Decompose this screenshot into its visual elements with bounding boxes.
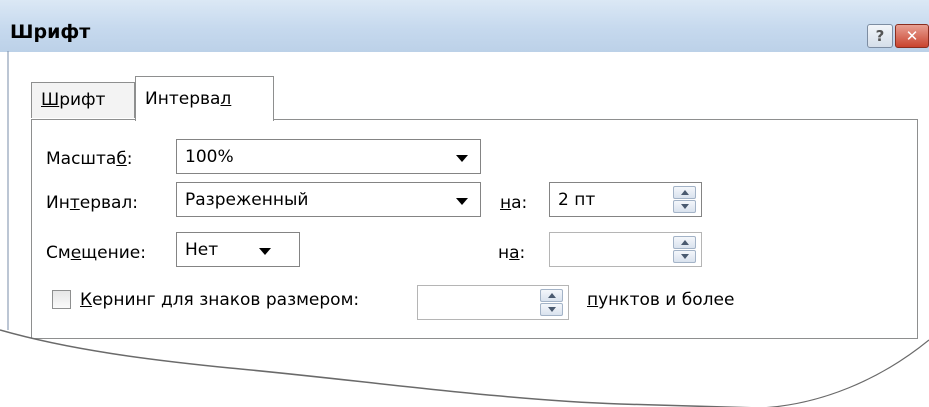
offset-value: Нет xyxy=(185,240,219,260)
font-dialog: Шрифт ? ✕ Шрифт Интервал Масштаб: 100% И… xyxy=(0,0,929,407)
close-icon: ✕ xyxy=(905,27,919,45)
scale-label: Масштаб: xyxy=(46,149,133,169)
window-title: Шрифт xyxy=(10,21,91,43)
help-button[interactable]: ? xyxy=(867,24,893,48)
scale-select[interactable]: 100% xyxy=(176,139,481,174)
offset-select[interactable]: Нет xyxy=(176,232,300,267)
spin-up-button[interactable] xyxy=(673,236,696,249)
kerning-checkbox[interactable] xyxy=(52,290,71,309)
spinner-icon xyxy=(673,186,696,213)
interval-select[interactable]: Разреженный xyxy=(176,182,481,217)
interval-label: Интервал: xyxy=(46,193,139,213)
spin-down-button[interactable] xyxy=(540,303,563,316)
interval-value: Разреженный xyxy=(185,190,309,210)
title-bar: Шрифт ? ✕ xyxy=(0,0,929,52)
close-button[interactable]: ✕ xyxy=(895,24,929,48)
help-icon: ? xyxy=(875,27,885,45)
interval-by-value: 2 пт xyxy=(558,190,596,210)
spin-up-button[interactable] xyxy=(673,186,696,199)
spinner-icon xyxy=(540,289,563,316)
kerning-suffix-label: пунктов и более xyxy=(587,290,735,310)
chevron-down-icon xyxy=(456,155,468,162)
scale-value: 100% xyxy=(185,147,234,167)
tab-interval[interactable]: Интервал xyxy=(135,76,274,121)
spin-down-button[interactable] xyxy=(673,200,696,213)
interval-by-label: на: xyxy=(500,193,528,213)
kerning-label: Кернинг для знаков размером: xyxy=(80,290,360,310)
kerning-size-spinner[interactable] xyxy=(417,285,569,320)
chevron-down-icon xyxy=(259,248,271,255)
spin-up-button[interactable] xyxy=(540,289,563,302)
chevron-down-icon xyxy=(456,198,468,205)
spinner-icon xyxy=(673,236,696,263)
tab-font[interactable]: Шрифт xyxy=(31,82,135,118)
interval-by-spinner[interactable]: 2 пт xyxy=(549,182,702,217)
offset-by-label: на: xyxy=(498,243,526,263)
spin-down-button[interactable] xyxy=(673,250,696,263)
offset-by-spinner[interactable] xyxy=(549,232,702,267)
offset-label: Смещение: xyxy=(46,243,146,263)
